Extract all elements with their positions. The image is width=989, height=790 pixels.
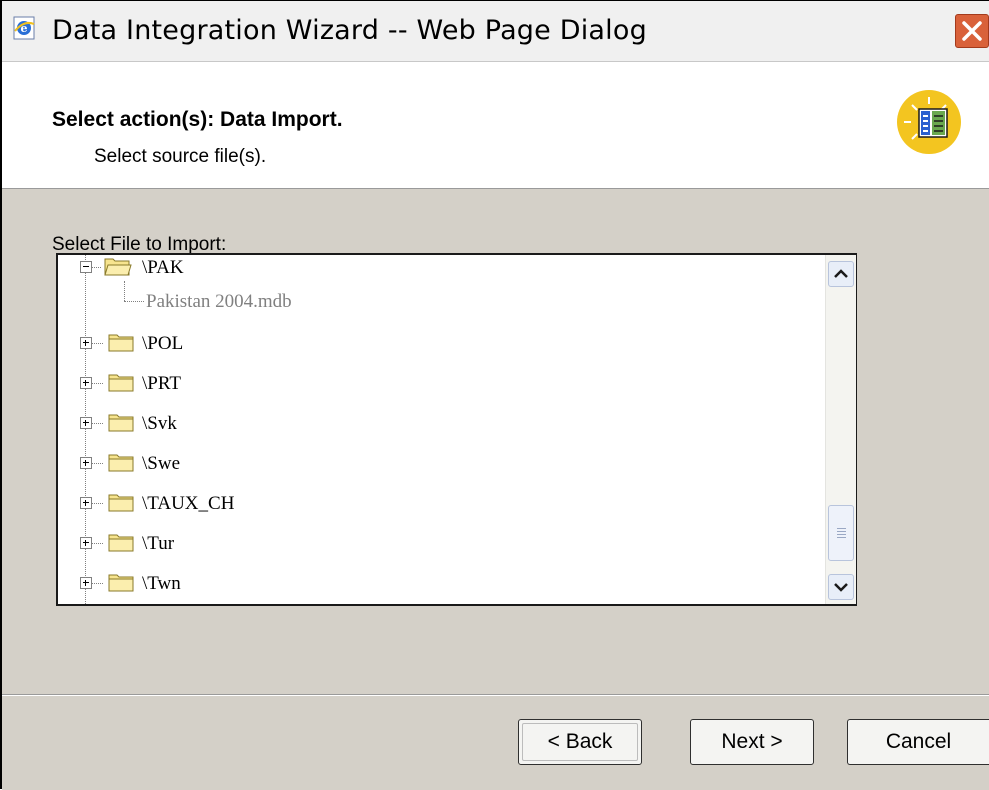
tree-item-label: \TAUX_CH [142, 493, 235, 514]
tree-item-file[interactable]: Pakistan 2004.mdb [58, 289, 818, 319]
wizard-icon [897, 90, 961, 154]
next-button[interactable]: Next > [690, 719, 814, 765]
collapse-icon[interactable] [80, 261, 92, 273]
tree-item-twn[interactable]: \Twn [58, 571, 818, 601]
tree-item-label: \Twn [142, 573, 181, 594]
ie-page-icon: e [13, 16, 35, 40]
scroll-down-button[interactable] [828, 574, 854, 600]
grip-line [837, 534, 846, 535]
tree-guide-line [91, 343, 103, 344]
expand-icon[interactable] [80, 537, 92, 549]
tree-item-taux-ch[interactable]: \TAUX_CH [58, 491, 818, 521]
wizard-body: Select File to Import: \PAK Pakistan 200… [2, 189, 989, 790]
tree-item-prt[interactable]: \PRT [58, 371, 818, 401]
folder-icon [108, 334, 134, 352]
dialog-window: e Data Integration Wizard -- Web Page Di… [0, 0, 989, 790]
tree-item-label: \Svk [142, 413, 177, 434]
next-button-label: Next > [721, 730, 783, 753]
grip-line [837, 537, 846, 538]
folder-icon [108, 454, 134, 472]
scroll-up-button[interactable] [828, 261, 854, 287]
folder-icon [108, 574, 134, 592]
title-bar[interactable]: e Data Integration Wizard -- Web Page Di… [2, 1, 989, 62]
expand-icon[interactable] [80, 417, 92, 429]
button-focus-frame [522, 723, 638, 761]
file-tree[interactable]: \PAK Pakistan 2004.mdb \POL \PRT \Svk \S… [56, 253, 857, 606]
tree-item-pak[interactable]: \PAK [58, 255, 818, 285]
expand-icon[interactable] [80, 577, 92, 589]
tree-guide-line [91, 503, 103, 504]
tree-item-label: \Swe [142, 453, 180, 474]
tree-item-label: Pakistan 2004.mdb [146, 291, 292, 312]
expand-icon[interactable] [80, 337, 92, 349]
file-tree-content: \PAK Pakistan 2004.mdb \POL \PRT \Svk \S… [58, 255, 825, 604]
back-button[interactable]: < Back [518, 719, 642, 765]
tree-guide-line [91, 543, 103, 544]
window-title: Data Integration Wizard -- Web Page Dial… [52, 15, 647, 46]
chevron-down-icon [834, 583, 848, 592]
vertical-scrollbar[interactable] [825, 255, 856, 604]
cancel-button-label: Cancel [885, 730, 952, 753]
folder-icon [108, 374, 134, 392]
tree-item-pol[interactable]: \POL [58, 331, 818, 361]
tree-item-svk[interactable]: \Svk [58, 411, 818, 441]
grip-line [837, 531, 846, 532]
tree-guide-line [91, 267, 101, 268]
cancel-button[interactable]: Cancel [847, 719, 989, 765]
close-icon [962, 21, 982, 41]
tree-item-label: \PRT [142, 373, 181, 394]
open-folder-icon [104, 258, 132, 276]
grip-line [837, 528, 846, 529]
expand-icon[interactable] [80, 377, 92, 389]
folder-icon [108, 534, 134, 552]
scrollbar-thumb[interactable] [828, 505, 854, 561]
tree-item-swe[interactable]: \Swe [58, 451, 818, 481]
close-button[interactable] [955, 14, 989, 48]
tree-item-label: \Tur [142, 533, 175, 554]
tree-item-tur[interactable]: \Tur [58, 531, 818, 561]
step-subtitle: Select source file(s). [94, 146, 267, 167]
folder-icon [108, 414, 134, 432]
step-title: Select action(s): Data Import. [52, 108, 343, 131]
expand-icon[interactable] [80, 457, 92, 469]
chevron-up-icon [834, 269, 848, 278]
tree-guide-line [91, 583, 103, 584]
footer-separator [2, 694, 989, 696]
tree-guide-line [91, 383, 103, 384]
expand-icon[interactable] [80, 497, 92, 509]
tree-guide-line [91, 423, 103, 424]
tree-item-label: \PAK [142, 257, 184, 278]
tree-item-label: \POL [142, 333, 184, 354]
wizard-header: Select action(s): Data Import. Select so… [2, 62, 989, 189]
folder-icon [108, 494, 134, 512]
tree-guide-line [91, 463, 103, 464]
